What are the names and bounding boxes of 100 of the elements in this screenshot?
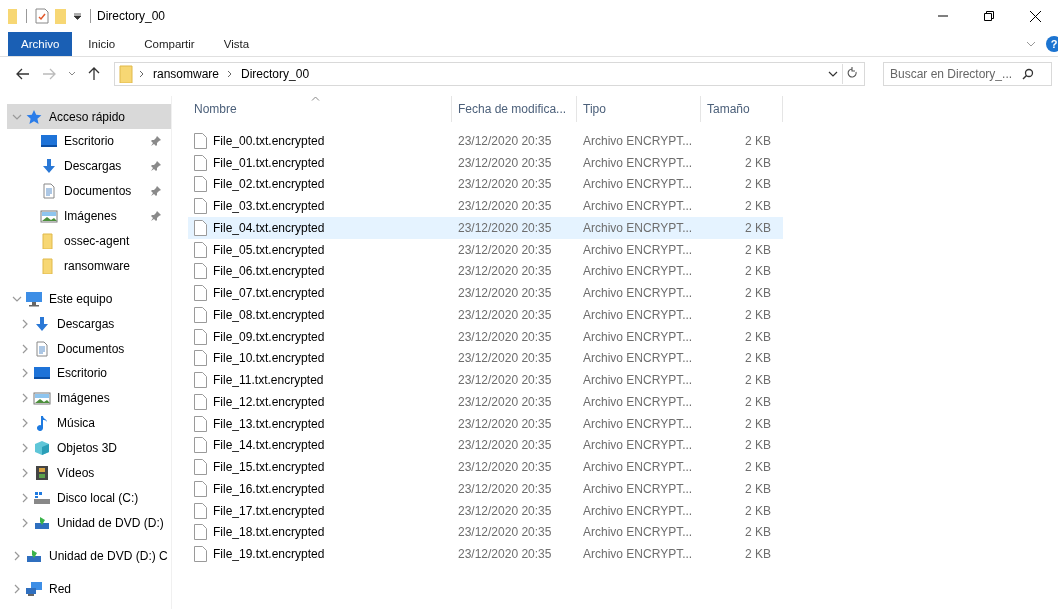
file-name: File_02.txt.encrypted: [213, 177, 325, 192]
file-size: 2 KB: [744, 373, 771, 388]
file-icon: [194, 328, 207, 345]
navigation-item[interactable]: Imágenes: [7, 203, 171, 229]
breadcrumb[interactable]: Directory_00: [239, 67, 312, 82]
dropdown-icon: [73, 11, 82, 21]
back-arrow-icon: [16, 68, 30, 81]
file-icon: [194, 306, 207, 323]
file-icon: [194, 480, 207, 497]
file-row[interactable]: File_10.txt.encrypted 23/12/2020 20:35 Archivo ENCRYPT... 2 KB: [188, 347, 783, 370]
document-icon: [40, 183, 58, 200]
date-modified: 23/12/2020 20:35: [457, 460, 553, 475]
file-row[interactable]: File_17.txt.encrypted 23/12/2020 20:35 Archivo ENCRYPT... 2 KB: [188, 499, 783, 522]
navigation-item[interactable]: Escritorio: [7, 361, 171, 386]
file-name: File_12.txt.encrypted: [213, 394, 325, 409]
navigation-item[interactable]: Vídeos: [7, 460, 171, 486]
file-row[interactable]: File_13.txt.encrypted 23/12/2020 20:35 Archivo ENCRYPT... 2 KB: [188, 412, 783, 435]
close-icon: [1029, 10, 1041, 22]
window-title: Directory_00: [97, 9, 167, 23]
file-row[interactable]: File_00.txt.encrypted 23/12/2020 20:35 Archivo ENCRYPT... 2 KB: [188, 130, 783, 152]
file-row[interactable]: File_01.txt.encrypted 23/12/2020 20:35 Archivo ENCRYPT... 2 KB: [188, 151, 783, 174]
ribbon-tab[interactable]: Vista: [210, 32, 263, 56]
file-icon: [194, 198, 207, 215]
file-icon: [194, 459, 207, 476]
date-modified: 23/12/2020 20:35: [457, 394, 553, 409]
dvd-drive-icon: [33, 514, 51, 531]
chevron-right-icon: [20, 393, 30, 404]
breadcrumb[interactable]: ransomware: [151, 67, 222, 82]
file-row[interactable]: File_15.txt.encrypted 23/12/2020 20:35 Archivo ENCRYPT... 2 KB: [188, 456, 783, 479]
computer-icon: [25, 290, 43, 307]
file-row[interactable]: File_16.txt.encrypted 23/12/2020 20:35 Archivo ENCRYPT... 2 KB: [188, 478, 783, 500]
file-type: Archivo ENCRYPT...: [582, 133, 694, 148]
chevron-right-icon: [139, 70, 145, 79]
file-row[interactable]: File_14.txt.encrypted 23/12/2020 20:35 Archivo ENCRYPT... 2 KB: [188, 434, 783, 457]
navigation-item[interactable]: ossec-agent: [7, 228, 171, 254]
navigation-item[interactable]: Acceso rápido: [7, 104, 171, 129]
file-row[interactable]: File_02.txt.encrypted 23/12/2020 20:35 Archivo ENCRYPT... 2 KB: [188, 173, 783, 196]
file-size: 2 KB: [744, 525, 771, 540]
navigation-item[interactable]: Documentos: [7, 336, 171, 361]
file-row[interactable]: File_04.txt.encrypted 23/12/2020 20:35 Archivo ENCRYPT... 2 KB: [188, 217, 783, 239]
file-type: Archivo ENCRYPT...: [582, 416, 694, 431]
file-name: File_17.txt.encrypted: [213, 503, 325, 518]
ribbon-tab[interactable]: Inicio: [75, 32, 129, 56]
chevron-right-icon: [20, 492, 30, 503]
navigation-item[interactable]: ransomware: [7, 253, 171, 279]
file-type: Archivo ENCRYPT...: [582, 525, 694, 540]
file-size: 2 KB: [744, 394, 771, 409]
date-modified: 23/12/2020 20:35: [457, 155, 553, 170]
navigation-item[interactable]: Unidad de DVD (D:) C: [7, 543, 171, 569]
navigation-item[interactable]: Disco local (C:): [7, 485, 171, 511]
column-header[interactable]: Fecha de modifica...: [452, 96, 577, 123]
file-type: Archivo ENCRYPT...: [582, 286, 694, 301]
navigation-item[interactable]: Música: [7, 410, 171, 436]
ribbon-tab[interactable]: Compartir: [131, 32, 208, 56]
navigation-item[interactable]: Descargas: [7, 153, 171, 179]
file-type: Archivo ENCRYPT...: [582, 264, 694, 279]
ribbon-tab[interactable]: Archivo: [8, 32, 73, 56]
file-size: 2 KB: [744, 177, 771, 192]
file-row[interactable]: File_09.txt.encrypted 23/12/2020 20:35 Archivo ENCRYPT... 2 KB: [188, 325, 783, 348]
navigation-item[interactable]: Escritorio: [7, 128, 171, 154]
help-button[interactable]: ?: [1046, 35, 1058, 52]
picture-icon: [40, 208, 58, 225]
chevron-right-icon: [20, 343, 30, 354]
drive-icon: [33, 489, 51, 506]
file-icon: [194, 502, 207, 519]
file-row[interactable]: File_07.txt.encrypted 23/12/2020 20:35 Archivo ENCRYPT... 2 KB: [188, 282, 783, 305]
file-icon: [194, 154, 207, 171]
file-row[interactable]: File_03.txt.encrypted 23/12/2020 20:35 Archivo ENCRYPT... 2 KB: [188, 195, 783, 218]
address-bar[interactable]: ransomware Directory_00: [114, 62, 865, 87]
navigation-item[interactable]: Unidad de DVD (D:): [7, 510, 171, 536]
navigation-item[interactable]: Imágenes: [7, 385, 171, 411]
chevron-right-icon: [20, 517, 30, 528]
file-row[interactable]: File_19.txt.encrypted 23/12/2020 20:35 Archivo ENCRYPT... 2 KB: [188, 543, 783, 566]
navigation-item[interactable]: Descargas: [7, 311, 171, 337]
navigation-item[interactable]: Red: [7, 576, 171, 601]
file-row[interactable]: File_05.txt.encrypted 23/12/2020 20:35 Archivo ENCRYPT... 2 KB: [188, 238, 783, 261]
file-name: File_01.txt.encrypted: [213, 155, 325, 170]
file-row[interactable]: File_18.txt.encrypted 23/12/2020 20:35 Archivo ENCRYPT... 2 KB: [188, 521, 783, 544]
chevron-right-icon: [20, 443, 30, 454]
column-header[interactable]: Nombre: [188, 96, 452, 123]
chevron-down-icon[interactable]: [828, 70, 838, 79]
folder-icon: [55, 8, 67, 24]
file-type: Archivo ENCRYPT...: [582, 460, 694, 475]
navigation-item[interactable]: Documentos: [7, 178, 171, 204]
file-name: File_15.txt.encrypted: [213, 460, 325, 475]
file-row[interactable]: File_06.txt.encrypted 23/12/2020 20:35 Archivo ENCRYPT... 2 KB: [188, 260, 783, 283]
file-row[interactable]: File_12.txt.encrypted 23/12/2020 20:35 Archivo ENCRYPT... 2 KB: [188, 391, 783, 413]
column-header[interactable]: Tamaño: [701, 96, 783, 123]
date-modified: 23/12/2020 20:35: [457, 373, 553, 388]
column-header[interactable]: Tipo: [577, 96, 701, 123]
file-type: Archivo ENCRYPT...: [582, 373, 694, 388]
navigation-item[interactable]: Este equipo: [7, 286, 171, 312]
file-row[interactable]: File_11.txt.encrypted 23/12/2020 20:35 Archivo ENCRYPT... 2 KB: [188, 369, 783, 392]
file-size: 2 KB: [744, 155, 771, 170]
date-modified: 23/12/2020 20:35: [457, 547, 553, 562]
search-field[interactable]: Buscar en Directory_...: [883, 62, 1052, 87]
file-type: Archivo ENCRYPT...: [582, 242, 694, 257]
file-row[interactable]: File_08.txt.encrypted 23/12/2020 20:35 Archivo ENCRYPT... 2 KB: [188, 304, 783, 326]
navigation-item[interactable]: Objetos 3D: [7, 435, 171, 461]
refresh-icon[interactable]: [842, 64, 860, 85]
